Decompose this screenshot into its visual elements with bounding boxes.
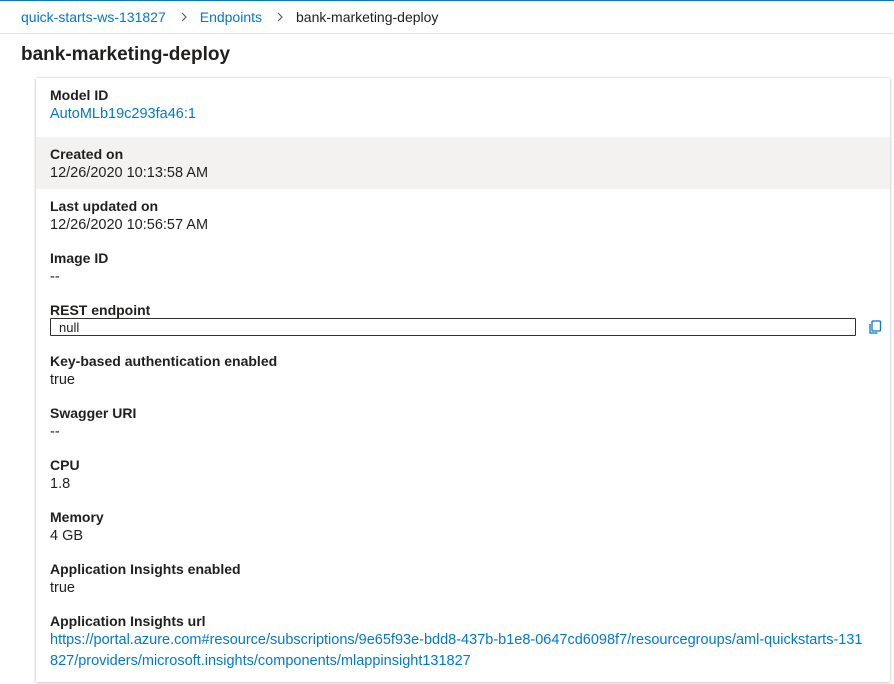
breadcrumb: quick-starts-ws-131827 Endpoints bank-ma… [0, 1, 894, 34]
memory-field: Memory 4 GB [36, 501, 890, 553]
breadcrumb-endpoints-link[interactable]: Endpoints [200, 9, 262, 25]
swagger-uri-label: Swagger URI [50, 405, 137, 421]
rest-endpoint-input[interactable]: null [50, 318, 856, 336]
model-id-link[interactable]: AutoMLb19c293fa46:1 [50, 106, 196, 122]
created-on-value: 12/26/2020 10:13:58 AM [50, 165, 209, 181]
page-title: bank-marketing-deploy [21, 44, 231, 65]
app-insights-enabled-label: Application Insights enabled [50, 561, 241, 577]
swagger-uri-field: Swagger URI -- [36, 397, 890, 449]
image-id-value: -- [50, 269, 60, 285]
key-auth-label: Key-based authentication enabled [50, 353, 278, 369]
chevron-right-icon [276, 12, 284, 22]
breadcrumb-workspace-link[interactable]: quick-starts-ws-131827 [21, 9, 166, 25]
app-insights-enabled-value: true [50, 580, 75, 596]
created-on-label: Created on [50, 146, 124, 162]
chevron-right-icon [180, 12, 188, 22]
cpu-label: CPU [50, 457, 80, 473]
memory-value: 4 GB [50, 528, 84, 544]
swagger-uri-value: -- [50, 424, 60, 440]
last-updated-label: Last updated on [50, 198, 159, 214]
copy-icon [869, 319, 882, 334]
cpu-value: 1.8 [50, 476, 71, 492]
memory-label: Memory [50, 509, 104, 525]
key-auth-field: Key-based authentication enabled true [36, 345, 890, 397]
last-updated-field: Last updated on 12/26/2020 10:56:57 AM [36, 189, 890, 241]
image-id-field: Image ID -- [36, 241, 890, 293]
created-on-field: Created on 12/26/2020 10:13:58 AM [36, 137, 890, 189]
cpu-field: CPU 1.8 [36, 449, 890, 501]
app-insights-enabled-field: Application Insights enabled true [36, 553, 890, 605]
image-id-label: Image ID [50, 250, 109, 266]
breadcrumb-current: bank-marketing-deploy [296, 9, 439, 25]
rest-endpoint-label: REST endpoint [50, 302, 151, 318]
app-insights-url-label: Application Insights url [50, 613, 206, 629]
copy-endpoint-button[interactable] [866, 318, 884, 336]
details-card: Model ID AutoMLb19c293fa46:1 Created on … [36, 78, 890, 682]
model-id-field: Model ID AutoMLb19c293fa46:1 [36, 78, 890, 134]
app-insights-url-link[interactable]: https://portal.azure.com#resource/subscr… [50, 630, 870, 672]
model-id-label: Model ID [50, 87, 109, 103]
last-updated-value: 12/26/2020 10:56:57 AM [50, 217, 209, 233]
key-auth-value: true [50, 372, 75, 388]
